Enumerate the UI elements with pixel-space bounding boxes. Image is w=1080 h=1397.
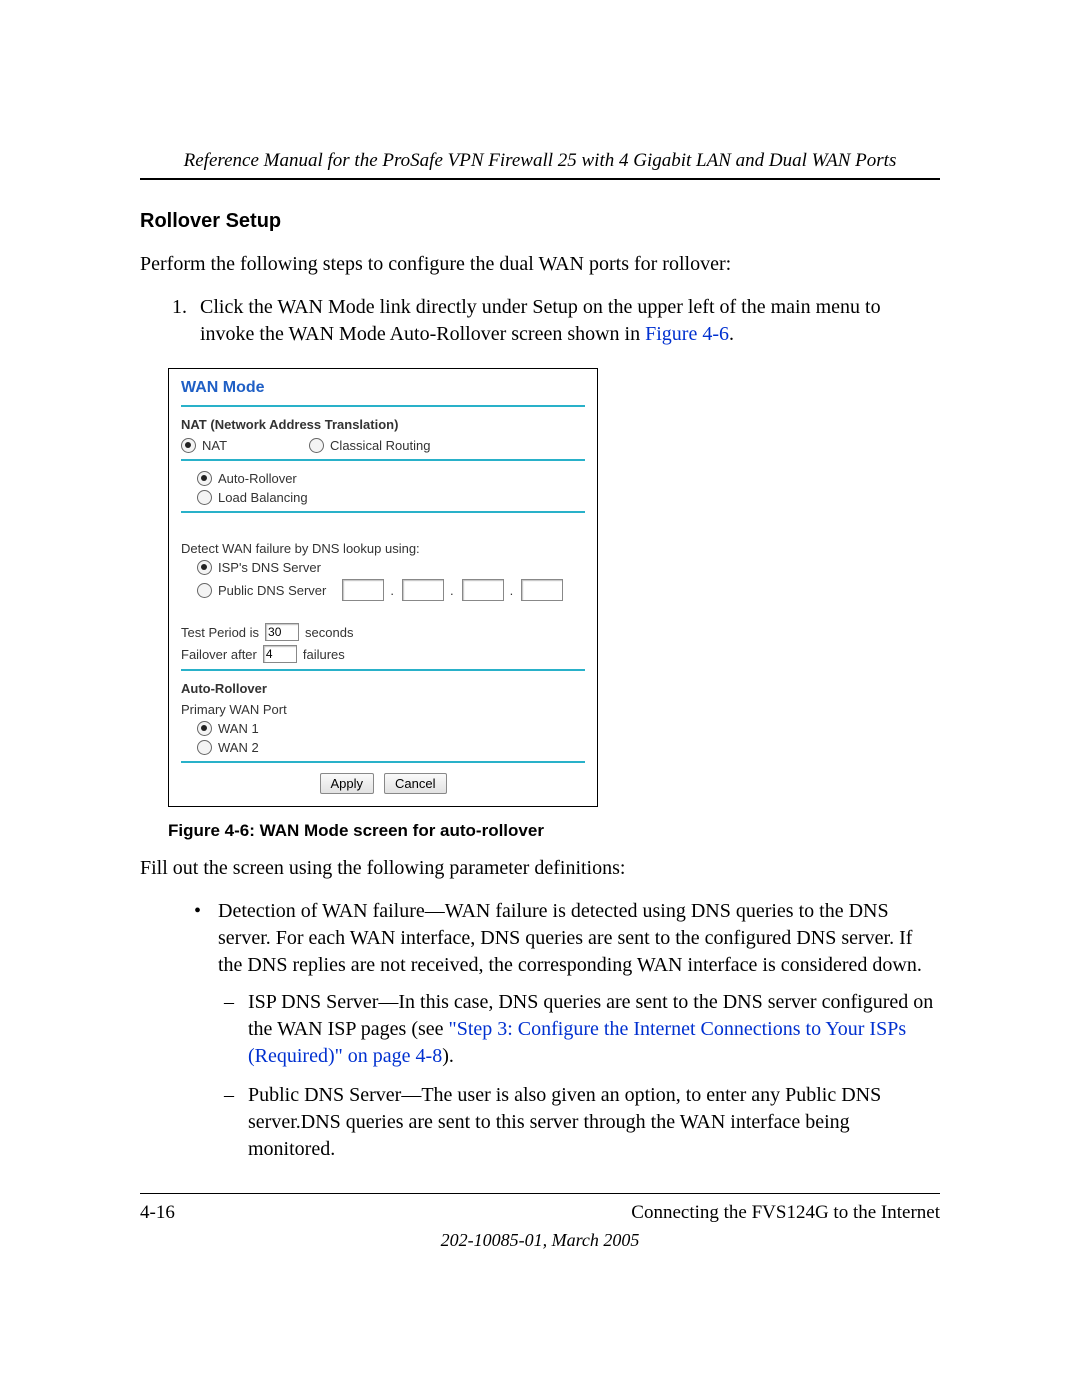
wan2-radio[interactable] [197, 740, 212, 755]
public-dns-radio[interactable] [197, 583, 212, 598]
failover-input[interactable] [263, 645, 297, 663]
post-figure-lead: Fill out the screen using the following … [140, 855, 940, 882]
dns-ip-octet-2[interactable] [402, 579, 444, 601]
panel-separator [181, 405, 585, 407]
primary-wan-label: Primary WAN Port [181, 702, 287, 717]
figure-4-6: WAN Mode NAT (Network Address Translatio… [168, 368, 940, 841]
step-1-text-a: Click the WAN Mode link directly under S… [200, 296, 881, 345]
isp-dns-row: ISP's DNS Server [197, 560, 585, 575]
classical-routing-radio[interactable] [309, 438, 324, 453]
footer-line: 4-16 Connecting the FVS124G to the Inter… [140, 1202, 940, 1224]
detect-label: Detect WAN failure by DNS lookup using: [181, 541, 420, 556]
wan2-row: WAN 2 [197, 740, 585, 755]
dns-ip-octet-3[interactable] [462, 579, 504, 601]
wan1-label: WAN 1 [218, 721, 259, 736]
ip-dot: . [390, 583, 394, 598]
dash-public-dns: Public DNS Server—The user is also given… [248, 1082, 940, 1163]
isp-dns-radio[interactable] [197, 560, 212, 575]
wan-mode-panel: WAN Mode NAT (Network Address Translatio… [168, 368, 598, 807]
ip-dot: . [450, 583, 454, 598]
dns-ip-octet-4[interactable] [521, 579, 563, 601]
ip-dot: . [510, 583, 514, 598]
nat-heading: NAT (Network Address Translation) [181, 417, 585, 432]
auto-rollover-heading: Auto-Rollover [181, 681, 585, 696]
auto-rollover-label: Auto-Rollover [218, 471, 297, 486]
primary-wan-label-row: Primary WAN Port [181, 702, 585, 717]
isp-dns-label: ISP's DNS Server [218, 560, 321, 575]
dash-isp-dns: ISP DNS Server—In this case, DNS queries… [248, 989, 940, 1070]
step-1: Click the WAN Mode link directly under S… [192, 294, 940, 348]
intro-paragraph: Perform the following steps to configure… [140, 251, 940, 278]
failover-pre: Failover after [181, 647, 257, 662]
nat-label: NAT [202, 438, 227, 453]
doc-number: 202-10085-01, March 2005 [140, 1230, 940, 1251]
cancel-button[interactable]: Cancel [384, 773, 446, 794]
wan1-radio[interactable] [197, 721, 212, 736]
load-balancing-radio[interactable] [197, 490, 212, 505]
step-1-text-b: . [729, 323, 734, 345]
nat-row: NAT Classical Routing [181, 438, 585, 453]
auto-rollover-radio[interactable] [197, 471, 212, 486]
classical-routing-label: Classical Routing [330, 438, 430, 453]
failover-post: failures [303, 647, 345, 662]
running-header: Reference Manual for the ProSafe VPN Fir… [140, 150, 940, 172]
test-period-row: Test Period is seconds [181, 623, 585, 641]
sub-dashes: ISP DNS Server—In this case, DNS queries… [218, 989, 940, 1163]
dns-ip-octet-1[interactable] [342, 579, 384, 601]
public-dns-row: Public DNS Server . . . [197, 579, 585, 601]
test-period-pre: Test Period is [181, 625, 259, 640]
apply-button[interactable]: Apply [320, 773, 375, 794]
bullet-detection: Detection of WAN failure—WAN failure is … [218, 898, 940, 1163]
panel-separator [181, 511, 585, 513]
figure-caption: Figure 4-6: WAN Mode screen for auto-rol… [168, 821, 940, 841]
panel-separator [181, 669, 585, 671]
test-period-input[interactable] [265, 623, 299, 641]
nat-radio[interactable] [181, 438, 196, 453]
section-heading: Rollover Setup [140, 210, 940, 233]
panel-separator [181, 761, 585, 763]
figure-xref[interactable]: Figure 4-6 [645, 323, 729, 345]
panel-separator [181, 459, 585, 461]
public-dns-label: Public DNS Server [218, 583, 326, 598]
parameter-bullets: Detection of WAN failure—WAN failure is … [140, 898, 940, 1163]
button-row: Apply Cancel [181, 773, 585, 794]
chapter-title: Connecting the FVS124G to the Internet [631, 1202, 940, 1224]
page-number: 4-16 [140, 1202, 175, 1224]
step-list: Click the WAN Mode link directly under S… [140, 294, 940, 348]
wan1-row: WAN 1 [197, 721, 585, 736]
footer-rule [140, 1193, 940, 1194]
dash-public-dns-text: Public DNS Server—The user is also given… [248, 1084, 881, 1160]
test-period-post: seconds [305, 625, 353, 640]
header-rule [140, 178, 940, 180]
wan2-label: WAN 2 [218, 740, 259, 755]
panel-title: WAN Mode [181, 379, 585, 397]
load-balancing-row: Load Balancing [197, 490, 585, 505]
bullet-detection-text: Detection of WAN failure—WAN failure is … [218, 900, 922, 976]
detect-label-row: Detect WAN failure by DNS lookup using: [181, 541, 585, 556]
auto-rollover-row: Auto-Rollover [197, 471, 585, 486]
failover-row: Failover after failures [181, 645, 585, 663]
dash-isp-dns-b: ). [442, 1045, 454, 1067]
load-balancing-label: Load Balancing [218, 490, 308, 505]
